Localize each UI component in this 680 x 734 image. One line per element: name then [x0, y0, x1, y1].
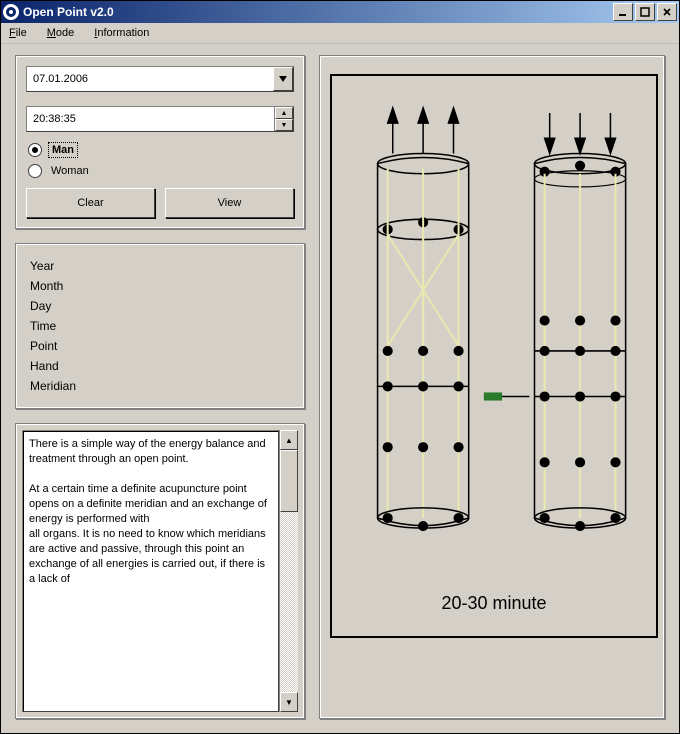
menu-file[interactable]: File [5, 25, 31, 41]
maximize-button[interactable] [635, 3, 655, 21]
time-spinner[interactable]: ▲ ▼ [26, 106, 294, 132]
app-icon [3, 4, 19, 20]
label-hand: Hand [30, 356, 290, 376]
gender-man-row[interactable]: Man [28, 142, 294, 158]
clear-button[interactable]: Clear [26, 188, 155, 218]
diagram-caption: 20-30 minute [332, 593, 656, 614]
time-spin-down[interactable]: ▼ [275, 119, 293, 131]
left-column: ▲ ▼ Man Woman Clear View [15, 55, 305, 719]
minimize-button[interactable] [613, 3, 633, 21]
menu-mode[interactable]: Mode [43, 25, 79, 41]
scroll-up-button[interactable]: ▲ [280, 430, 298, 450]
right-column: 20-30 minute [319, 55, 665, 719]
radio-man-label: Man [48, 142, 78, 158]
date-input[interactable] [27, 67, 273, 91]
label-point: Point [30, 336, 290, 356]
info-scrollbar[interactable]: ▲ ▼ [279, 430, 298, 712]
radio-woman-label: Woman [48, 164, 92, 178]
time-spin-buttons[interactable]: ▲ ▼ [274, 107, 293, 131]
info-textarea[interactable]: There is a simple way of the energy bala… [22, 430, 279, 712]
scroll-track[interactable] [280, 450, 298, 692]
radio-woman[interactable] [28, 164, 42, 178]
info-group: There is a simple way of the energy bala… [15, 423, 305, 719]
radio-man[interactable] [28, 143, 42, 157]
diagram-svg [332, 76, 656, 636]
label-day: Day [30, 296, 290, 316]
time-input[interactable] [27, 107, 274, 131]
label-time: Time [30, 316, 290, 336]
client-area: ▲ ▼ Man Woman Clear View [1, 45, 679, 733]
gender-woman-row[interactable]: Woman [28, 164, 294, 178]
date-dropdown-button[interactable] [273, 67, 293, 91]
label-year: Year [30, 256, 290, 276]
window-controls [613, 3, 677, 21]
right-cylinder [535, 113, 626, 531]
button-row: Clear View [26, 188, 294, 218]
view-button[interactable]: View [165, 188, 294, 218]
close-button[interactable] [657, 3, 677, 21]
scroll-thumb[interactable] [280, 450, 298, 512]
scroll-down-button[interactable]: ▼ [280, 692, 298, 712]
window-title: Open Point v2.0 [23, 5, 613, 19]
menubar: File Mode Information [1, 23, 679, 44]
titlebar: Open Point v2.0 [1, 1, 679, 23]
label-month: Month [30, 276, 290, 296]
inputs-group: ▲ ▼ Man Woman Clear View [15, 55, 305, 229]
menu-information[interactable]: Information [90, 25, 153, 41]
date-combo[interactable] [26, 66, 294, 92]
left-cylinder [378, 108, 469, 531]
diagram-frame: 20-30 minute [330, 74, 658, 638]
needle-icon [484, 392, 530, 400]
labels-group: Year Month Day Time Point Hand Meridian [15, 243, 305, 409]
app-window: Open Point v2.0 File Mode Information [0, 0, 680, 734]
label-meridian: Meridian [30, 376, 290, 396]
diagram-group: 20-30 minute [319, 55, 665, 719]
time-spin-up[interactable]: ▲ [275, 107, 293, 119]
